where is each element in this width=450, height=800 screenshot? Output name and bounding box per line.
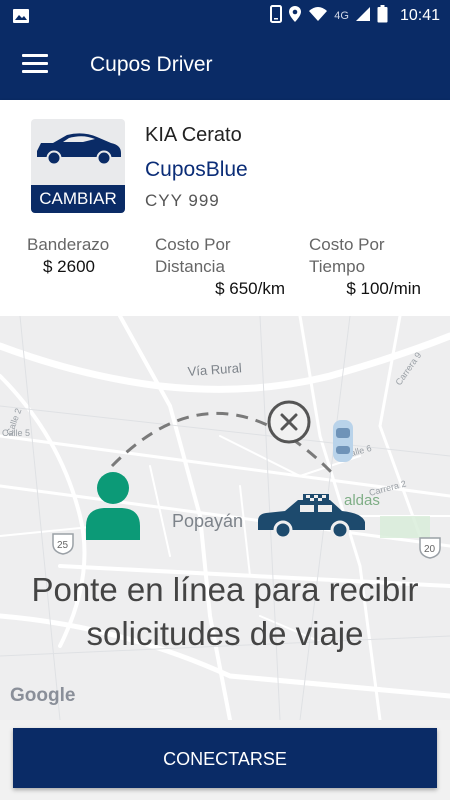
change-label: CAMBIAR xyxy=(31,185,125,213)
fare-distance-label: Costo Por Distancia xyxy=(155,235,231,276)
disconnected-icon xyxy=(267,400,311,444)
car-company: CuposBlue xyxy=(145,158,248,181)
google-attribution: Google xyxy=(10,685,76,706)
sports-car-icon xyxy=(37,133,121,166)
status-bar: 4G 10:41 xyxy=(0,0,450,32)
map-view[interactable]: Calle 2 Calle 5 Calle 6 Carrera 2 Carrer… xyxy=(0,316,450,720)
battery-icon xyxy=(377,5,388,26)
status-message-line1: Ponte en línea para recibir xyxy=(31,571,419,608)
vehicle-card: CAMBIAR KIA Cerato CuposBlue CYY 999 Ban… xyxy=(0,100,450,316)
signal-icon xyxy=(355,6,371,25)
image-notification-icon xyxy=(12,7,30,30)
fare-time-label: Costo Por Tiempo xyxy=(309,235,385,276)
clock: 10:41 xyxy=(399,6,440,24)
route-shield-20: 20 xyxy=(419,537,441,559)
map-graphic: Calle 2 Calle 5 Calle 6 Carrera 2 Carrer… xyxy=(0,316,450,720)
network-type: 4G xyxy=(334,9,349,22)
route-shield-25: 25 xyxy=(52,533,74,555)
status-message-line2: solicitudes de viaje xyxy=(86,615,364,652)
map-label-via-rural: Vía Rural xyxy=(187,360,242,379)
app-title: Cupos Driver xyxy=(90,53,213,76)
fare-flag: Banderazo $ 2600 xyxy=(27,234,109,278)
fare-time-value: $ 100/min xyxy=(346,279,421,298)
location-icon xyxy=(288,5,302,26)
passenger-icon xyxy=(86,472,140,540)
map-label-city: Popayán xyxy=(172,511,243,531)
phone-icon xyxy=(270,5,283,26)
change-vehicle-button[interactable]: CAMBIAR xyxy=(31,119,125,213)
parked-car-icon xyxy=(333,420,353,462)
connect-button[interactable]: CONECTARSE xyxy=(13,728,437,788)
menu-icon[interactable] xyxy=(22,54,48,76)
status-message: Ponte en línea para recibir solicitudes … xyxy=(0,568,450,656)
fare-distance-value: $ 650/km xyxy=(215,279,285,298)
app-bar: Cupos Driver xyxy=(0,32,450,100)
fare-flag-value: $ 2600 xyxy=(43,257,95,276)
fare-distance: Costo Por Distancia $ 650/km xyxy=(155,234,285,300)
car-model: KIA Cerato xyxy=(145,124,242,146)
fare-time: Costo Por Tiempo $ 100/min xyxy=(309,234,421,300)
car-plate: CYY 999 xyxy=(145,191,220,210)
fare-flag-label: Banderazo xyxy=(27,235,110,254)
svg-text:25: 25 xyxy=(57,540,69,551)
svg-text:20: 20 xyxy=(424,544,436,555)
map-label-park: aldas xyxy=(344,492,380,509)
wifi-icon xyxy=(308,6,328,25)
map-label-calle5: Calle 5 xyxy=(2,428,30,438)
